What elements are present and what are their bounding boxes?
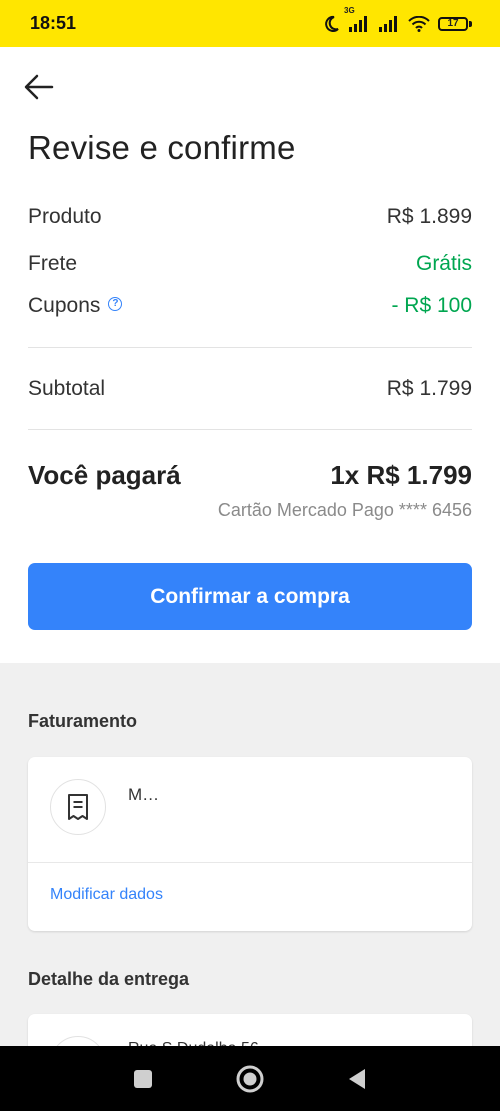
battery-level: 17 xyxy=(438,16,468,31)
system-nav-bar xyxy=(0,1046,500,1111)
network-type: 3G xyxy=(344,5,355,15)
review-panel: Revise e confirme Produto R$ 1.899 Frete… xyxy=(0,47,500,663)
status-icons: 3G 17 xyxy=(322,6,472,33)
status-bar: 18:51 3G 17 xyxy=(0,0,500,47)
card-divider xyxy=(28,862,472,863)
payment-card-info: Cartão Mercado Pago **** 6456 xyxy=(217,500,472,520)
receipt-icon xyxy=(50,779,106,835)
subtotal-row: Subtotal R$ 1.799 xyxy=(28,377,472,401)
coupons-label: Cupons xyxy=(28,294,101,317)
wifi-icon xyxy=(408,15,430,32)
shipping-label: Frete xyxy=(28,252,78,275)
back-button[interactable] xyxy=(22,70,56,104)
modify-data-link[interactable]: Modificar dados xyxy=(50,886,163,904)
shipping-value: Grátis xyxy=(415,252,472,275)
delivery-section-title: Detalhe da entrega xyxy=(28,969,190,989)
coupons-value: - R$ 100 xyxy=(391,294,472,317)
help-icon[interactable]: ? xyxy=(108,297,123,312)
divider xyxy=(28,347,472,348)
moon-icon xyxy=(322,15,340,33)
subtotal-value: R$ 1.799 xyxy=(386,377,472,400)
battery-icon: 17 xyxy=(438,16,472,31)
billing-card: M… Modificar dados xyxy=(28,757,472,931)
redacted-area xyxy=(132,815,424,887)
home-circle-icon[interactable] xyxy=(230,1059,270,1099)
recents-square-icon[interactable] xyxy=(123,1059,163,1099)
shipping-row: Frete Grátis xyxy=(28,252,472,276)
status-time: 18:51 xyxy=(30,13,77,33)
coupons-row: Cupons? - R$ 100 xyxy=(28,294,472,318)
confirm-purchase-button[interactable]: Confirmar a compra xyxy=(28,563,472,630)
product-label: Produto xyxy=(28,205,102,228)
billing-section-title: Faturamento xyxy=(28,711,138,731)
product-row: Produto R$ 1.899 xyxy=(28,205,472,229)
back-triangle-icon[interactable] xyxy=(337,1059,377,1099)
redacted-area xyxy=(168,777,448,817)
page-title: Revise e confirme xyxy=(28,129,296,166)
subtotal-label: Subtotal xyxy=(28,377,106,400)
total-row: Você pagará 1x R$ 1.799 xyxy=(28,460,472,491)
pay-label: Você pagará xyxy=(28,460,181,490)
divider xyxy=(28,429,472,430)
details-panel: Faturamento M… Modificar dados Detalhe d… xyxy=(0,663,500,1074)
signal-icon xyxy=(378,15,400,32)
billing-name: M… xyxy=(128,785,160,804)
product-value: R$ 1.899 xyxy=(386,205,472,228)
pay-value: 1x R$ 1.799 xyxy=(330,460,472,490)
arrow-left-icon xyxy=(24,74,54,100)
signal-3g-icon: 3G xyxy=(344,6,370,32)
